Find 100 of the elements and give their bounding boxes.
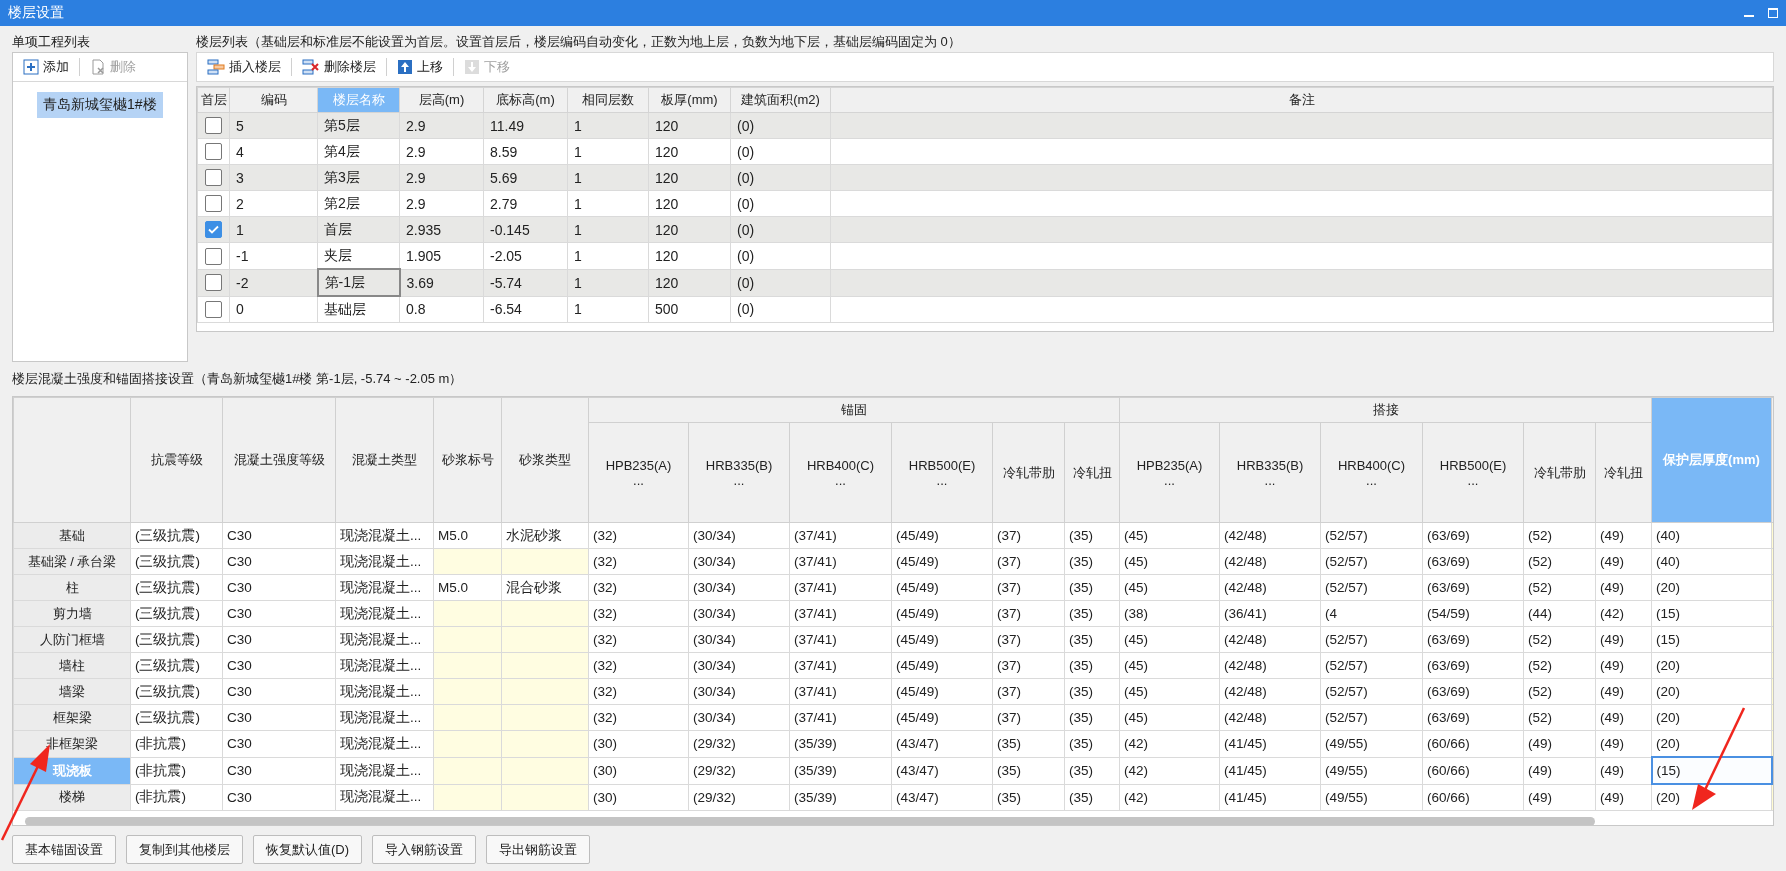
dialog-button[interactable]: 导入钢筋设置 xyxy=(372,835,477,864)
column-header[interactable]: 相同层数 xyxy=(567,87,649,113)
table-cell: (37) xyxy=(992,522,1065,549)
table-cell: (32) xyxy=(588,548,689,575)
toolbar-button[interactable]: 添加 xyxy=(19,56,73,78)
row-header[interactable]: 楼梯 xyxy=(13,784,131,811)
table-cell: 1 xyxy=(567,190,649,217)
table-cell: (三级抗震) xyxy=(130,548,223,575)
table-cell: 1.905 xyxy=(399,242,484,269)
table-cell: (52) xyxy=(1523,522,1596,549)
window-title: 楼层设置 xyxy=(8,4,65,22)
table-cell: C30 xyxy=(222,757,336,784)
column-header[interactable]: 砂浆标号 xyxy=(433,397,502,523)
column-header[interactable]: 备注 xyxy=(830,87,1773,113)
table-cell: 第-1层 xyxy=(317,269,400,296)
column-header[interactable]: HPB235(A) ... xyxy=(1119,422,1220,523)
row-header[interactable]: 柱 xyxy=(13,574,131,601)
column-header[interactable]: 混凝土类型 xyxy=(335,397,434,523)
table-cell: (43/47) xyxy=(891,730,993,757)
table-cell: 120 xyxy=(648,112,731,139)
row-header[interactable]: 非框架梁 xyxy=(13,730,131,757)
dialog-button[interactable]: 恢复默认值(D) xyxy=(253,835,363,864)
column-header[interactable]: HRB335(B) ... xyxy=(688,422,790,523)
checkbox[interactable] xyxy=(205,195,222,213)
table-cell: 5.69 xyxy=(483,164,568,191)
column-header[interactable]: 冷轧带肋 xyxy=(992,422,1065,523)
table-cell: (30) xyxy=(588,730,689,757)
table-cell: 8.59 xyxy=(483,138,568,165)
column-header[interactable]: 层高(m) xyxy=(399,87,484,113)
table-cell: (0) xyxy=(730,216,831,243)
column-header[interactable]: HRB500(E) ... xyxy=(891,422,993,523)
toolbar-button[interactable]: 插入楼层 xyxy=(203,56,285,78)
column-header[interactable]: 首层 xyxy=(197,87,230,113)
table-cell: (63/69) xyxy=(1422,704,1524,731)
row-header[interactable]: 墙柱 xyxy=(13,652,131,679)
column-header[interactable]: 混凝土强度等级 xyxy=(222,397,336,523)
table-cell: (63/69) xyxy=(1422,678,1524,705)
column-header[interactable]: HRB400(C) ... xyxy=(1320,422,1423,523)
column-header[interactable]: HRB335(B) ... xyxy=(1219,422,1321,523)
table-cell: C30 xyxy=(222,522,336,549)
toolbar-button[interactable]: 上移 xyxy=(393,56,447,78)
table-cell: 现浇混凝土... xyxy=(335,574,434,601)
column-header[interactable]: 编码 xyxy=(229,87,318,113)
column-header[interactable]: 冷轧扭 xyxy=(1064,422,1120,523)
table-cell: 现浇混凝土... xyxy=(335,600,434,627)
column-header[interactable]: 底标高(m) xyxy=(483,87,568,113)
dialog-button[interactable]: 导出钢筋设置 xyxy=(486,835,591,864)
maximize-icon[interactable] xyxy=(1768,8,1778,18)
table-cell: -2 xyxy=(229,269,318,296)
table-cell: 1 xyxy=(567,164,649,191)
column-header[interactable]: 板厚(mm) xyxy=(648,87,731,113)
table-cell: 120 xyxy=(648,164,731,191)
checkbox[interactable] xyxy=(205,143,222,161)
column-header[interactable]: HRB400(C) ... xyxy=(789,422,892,523)
table-cell: -6.54 xyxy=(483,296,568,323)
table-cell: (49) xyxy=(1595,784,1652,811)
checkbox[interactable] xyxy=(205,221,222,239)
table-cell: (37/41) xyxy=(789,652,892,679)
column-header[interactable]: 冷轧带肋 xyxy=(1523,422,1596,523)
column-header[interactable]: HRB500(E) ... xyxy=(1422,422,1524,523)
row-header[interactable]: 剪力墙 xyxy=(13,600,131,627)
column-header[interactable]: HPB235(A) ... xyxy=(588,422,689,523)
table-cell: 首层 xyxy=(317,216,400,243)
table-cell: 120 xyxy=(648,190,731,217)
checkbox[interactable] xyxy=(205,247,222,265)
table-cell: (45/49) xyxy=(891,704,993,731)
table-cell: (35/39) xyxy=(789,784,892,811)
table-cell: 水泥砂浆 xyxy=(501,522,589,549)
table-cell: (37) xyxy=(992,652,1065,679)
row-header[interactable]: 框架梁 xyxy=(13,704,131,731)
toolbar-button[interactable]: 删除楼层 xyxy=(298,56,380,78)
row-header[interactable]: 墙梁 xyxy=(13,678,131,705)
row-header[interactable]: 人防门框墙 xyxy=(13,626,131,653)
column-header[interactable]: 建筑面积(m2) xyxy=(730,87,831,113)
column-header[interactable]: 砂浆类型 xyxy=(501,397,589,523)
row-header[interactable]: 基础梁 / 承台梁 xyxy=(13,548,131,575)
dialog-button[interactable]: 基本锚固设置 xyxy=(12,835,116,864)
checkbox[interactable] xyxy=(205,169,222,187)
checkbox[interactable] xyxy=(205,301,222,319)
checkbox[interactable] xyxy=(205,117,222,135)
table-cell: (三级抗震) xyxy=(130,522,223,549)
table-cell: (52) xyxy=(1523,652,1596,679)
table-cell: (52) xyxy=(1523,548,1596,575)
table-cell: (42/48) xyxy=(1219,704,1321,731)
table-cell: (非抗震) xyxy=(130,757,223,784)
table-cell: (0) xyxy=(730,138,831,165)
checkbox[interactable] xyxy=(205,274,222,292)
column-header[interactable]: 抗震等级 xyxy=(130,397,223,523)
table-cell: 2.9 xyxy=(399,164,484,191)
table-cell: 2 xyxy=(229,190,318,217)
table-cell: (52/57) xyxy=(1320,626,1423,653)
table-cell: C30 xyxy=(222,626,336,653)
project-list-item[interactable]: 青岛新城玺樾1#楼 xyxy=(37,92,163,118)
dialog-button[interactable]: 复制到其他楼层 xyxy=(126,835,243,864)
column-header[interactable]: 冷轧扭 xyxy=(1595,422,1652,523)
table-cell: (0) xyxy=(730,112,831,139)
table-cell: (49/55) xyxy=(1320,784,1423,811)
scrollbar-thumb[interactable] xyxy=(25,817,1595,825)
row-header[interactable]: 基础 xyxy=(13,522,131,549)
table-cell: (29/32) xyxy=(688,784,790,811)
